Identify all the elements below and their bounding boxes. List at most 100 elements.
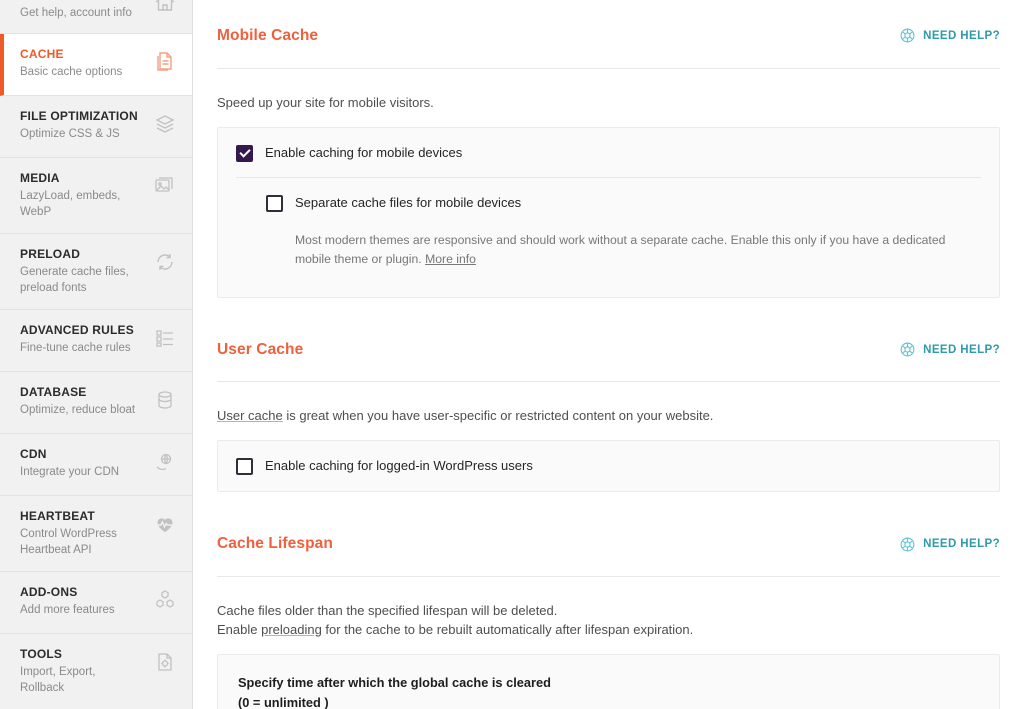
user-cache-doc-link[interactable]: User cache — [217, 408, 283, 423]
enable-logged-in-caching-checkbox[interactable] — [236, 458, 253, 475]
sidebar-nav-list: DASHBOARD Get help, account info CACHE B… — [0, 0, 192, 709]
database-icon — [152, 387, 178, 413]
app-root: DASHBOARD Get help, account info CACHE B… — [0, 0, 1024, 709]
sidebar-item-add-ons[interactable]: ADD-ONS Add more features — [0, 572, 192, 634]
sidebar-item-title: CDN — [20, 447, 119, 462]
lifespan-specify-line2: (0 = unlimited ) — [238, 695, 329, 709]
cache-lifespan-desc-line1: Cache files older than the specified lif… — [217, 603, 557, 618]
page-title: Mobile Cache — [217, 27, 318, 45]
sidebar-item-title: MEDIA — [20, 171, 138, 186]
separate-cache-block: Separate cache files for mobile devices … — [236, 178, 981, 269]
separate-cache-files-checkbox[interactable] — [266, 195, 283, 212]
user-cache-title: User Cache — [217, 341, 303, 359]
user-cache-header: User Cache NEED HELP? — [217, 328, 1000, 383]
user-cache-description-rest: is great when you have user-specific or … — [283, 408, 714, 423]
sidebar-item-dashboard[interactable]: DASHBOARD Get help, account info — [0, 0, 192, 34]
sidebar-item-heartbeat[interactable]: HEARTBEAT Control WordPress Heartbeat AP… — [0, 496, 192, 572]
sidebar-item-cache[interactable]: CACHE Basic cache options — [0, 34, 192, 96]
enable-logged-in-caching-label[interactable]: Enable caching for logged-in WordPress u… — [265, 457, 533, 475]
enable-mobile-caching-row[interactable]: Enable caching for mobile devices — [236, 144, 981, 162]
need-help-link-user-cache[interactable]: NEED HELP? — [899, 341, 1000, 358]
sidebar-item-cdn[interactable]: CDN Integrate your CDN — [0, 434, 192, 496]
sidebar-item-title: CACHE — [20, 47, 122, 62]
sidebar-item-media[interactable]: MEDIA LazyLoad, embeds, WebP — [0, 158, 192, 234]
lifespan-specify-line1: Specify time after which the global cach… — [238, 675, 551, 690]
sidebar-item-subtitle: Optimize, reduce bloat — [20, 403, 135, 419]
list-rules-icon — [152, 325, 178, 351]
section-mobile-cache: Mobile Cache NEED HELP? Speed up your si… — [217, 0, 1000, 298]
need-help-label: NEED HELP? — [923, 344, 1000, 356]
sidebar-item-text: ADVANCED RULES Fine-tune cache rules — [20, 323, 134, 357]
sidebar-item-title: ADD-ONS — [20, 585, 115, 600]
sidebar-item-preload[interactable]: PRELOAD Generate cache files, preload fo… — [0, 234, 192, 310]
cache-lifespan-header: Cache Lifespan NEED HELP? — [217, 522, 1000, 577]
sidebar-item-text: FILE OPTIMIZATION Optimize CSS & JS — [20, 109, 138, 143]
sidebar-item-database[interactable]: DATABASE Optimize, reduce bloat — [0, 372, 192, 434]
sidebar-item-title: DATABASE — [20, 385, 135, 400]
sidebar-item-subtitle: Get help, account info — [20, 6, 132, 22]
mobile-cache-card: Enable caching for mobile devices Separa… — [217, 127, 1000, 298]
sidebar-item-title: ADVANCED RULES — [20, 323, 134, 338]
sidebar-item-title: DASHBOARD — [20, 0, 132, 3]
sidebar-item-subtitle: Optimize CSS & JS — [20, 127, 138, 143]
more-info-link[interactable]: More info — [425, 252, 476, 266]
cache-lifespan-description: Cache files older than the specified lif… — [217, 590, 1000, 640]
user-cache-description: User cache is great when you have user-s… — [217, 395, 1000, 426]
user-cache-card: Enable caching for logged-in WordPress u… — [217, 440, 1000, 492]
need-help-link-mobile-cache[interactable]: NEED HELP? — [899, 27, 1000, 44]
sidebar-item-text: HEARTBEAT Control WordPress Heartbeat AP… — [20, 509, 138, 558]
lifebuoy-icon — [899, 536, 916, 553]
layers-icon — [152, 111, 178, 137]
separate-cache-help-body: Most modern themes are responsive and sh… — [295, 233, 945, 266]
cdn-cloud-icon — [152, 449, 178, 475]
need-help-label: NEED HELP? — [923, 30, 1000, 42]
cubes-icon — [152, 587, 178, 613]
cache-lifespan-card: Specify time after which the global cach… — [217, 654, 1000, 709]
separate-cache-row[interactable]: Separate cache files for mobile devices — [266, 194, 981, 212]
mobile-cache-description: Speed up your site for mobile visitors. — [217, 82, 1000, 113]
refresh-icon — [152, 249, 178, 275]
images-icon — [152, 173, 178, 199]
sidebar-item-title: PRELOAD — [20, 247, 138, 262]
sidebar-item-tools[interactable]: TOOLS Import, Export, Rollback — [0, 634, 192, 709]
sidebar-item-text: CACHE Basic cache options — [20, 47, 122, 81]
sidebar-item-subtitle: Fine-tune cache rules — [20, 341, 134, 357]
preloading-link[interactable]: preloading — [261, 622, 322, 637]
document-icon — [152, 49, 178, 75]
cache-lifespan-desc-line2-pre: Enable — [217, 622, 261, 637]
sidebar-item-subtitle: Basic cache options — [20, 65, 122, 81]
tools-gear-file-icon — [152, 649, 178, 675]
need-help-label: NEED HELP? — [923, 538, 1000, 550]
section-cache-lifespan: Cache Lifespan NEED HELP? Cache files ol… — [217, 492, 1000, 709]
sidebar-item-file-optimization[interactable]: FILE OPTIMIZATION Optimize CSS & JS — [0, 96, 192, 158]
sidebar-item-subtitle: Generate cache files, preload fonts — [20, 265, 138, 296]
sidebar: DASHBOARD Get help, account info CACHE B… — [0, 0, 193, 709]
section-user-cache: User Cache NEED HELP? User cache is grea… — [217, 298, 1000, 493]
lifebuoy-icon — [899, 341, 916, 358]
separate-cache-files-label[interactable]: Separate cache files for mobile devices — [295, 194, 521, 212]
cache-lifespan-title: Cache Lifespan — [217, 535, 333, 553]
sidebar-item-text: TOOLS Import, Export, Rollback — [20, 647, 138, 696]
lifespan-specify-label: Specify time after which the global cach… — [238, 673, 979, 709]
sidebar-item-title: TOOLS — [20, 647, 138, 662]
enable-logged-in-caching-row[interactable]: Enable caching for logged-in WordPress u… — [236, 457, 981, 475]
sidebar-item-text: ADD-ONS Add more features — [20, 585, 115, 619]
sidebar-item-subtitle: Integrate your CDN — [20, 465, 119, 481]
sidebar-item-text: PRELOAD Generate cache files, preload fo… — [20, 247, 138, 296]
sidebar-item-title: FILE OPTIMIZATION — [20, 109, 138, 124]
sidebar-item-text: CDN Integrate your CDN — [20, 447, 119, 481]
sidebar-item-subtitle: Control WordPress Heartbeat API — [20, 527, 138, 558]
lifebuoy-icon — [899, 27, 916, 44]
sidebar-item-advanced-rules[interactable]: ADVANCED RULES Fine-tune cache rules — [0, 310, 192, 372]
sidebar-item-text: MEDIA LazyLoad, embeds, WebP — [20, 171, 138, 220]
enable-mobile-caching-label[interactable]: Enable caching for mobile devices — [265, 144, 462, 162]
main-content: Mobile Cache NEED HELP? Speed up your si… — [193, 0, 1024, 709]
need-help-link-cache-lifespan[interactable]: NEED HELP? — [899, 536, 1000, 553]
sidebar-item-text: DATABASE Optimize, reduce bloat — [20, 385, 135, 419]
heartbeat-icon — [152, 511, 178, 537]
sidebar-item-subtitle: Add more features — [20, 603, 115, 619]
mobile-cache-header: Mobile Cache NEED HELP? — [217, 14, 1000, 69]
sidebar-item-text: DASHBOARD Get help, account info — [20, 0, 132, 22]
enable-mobile-caching-checkbox[interactable] — [236, 145, 253, 162]
sidebar-item-subtitle: LazyLoad, embeds, WebP — [20, 189, 138, 220]
